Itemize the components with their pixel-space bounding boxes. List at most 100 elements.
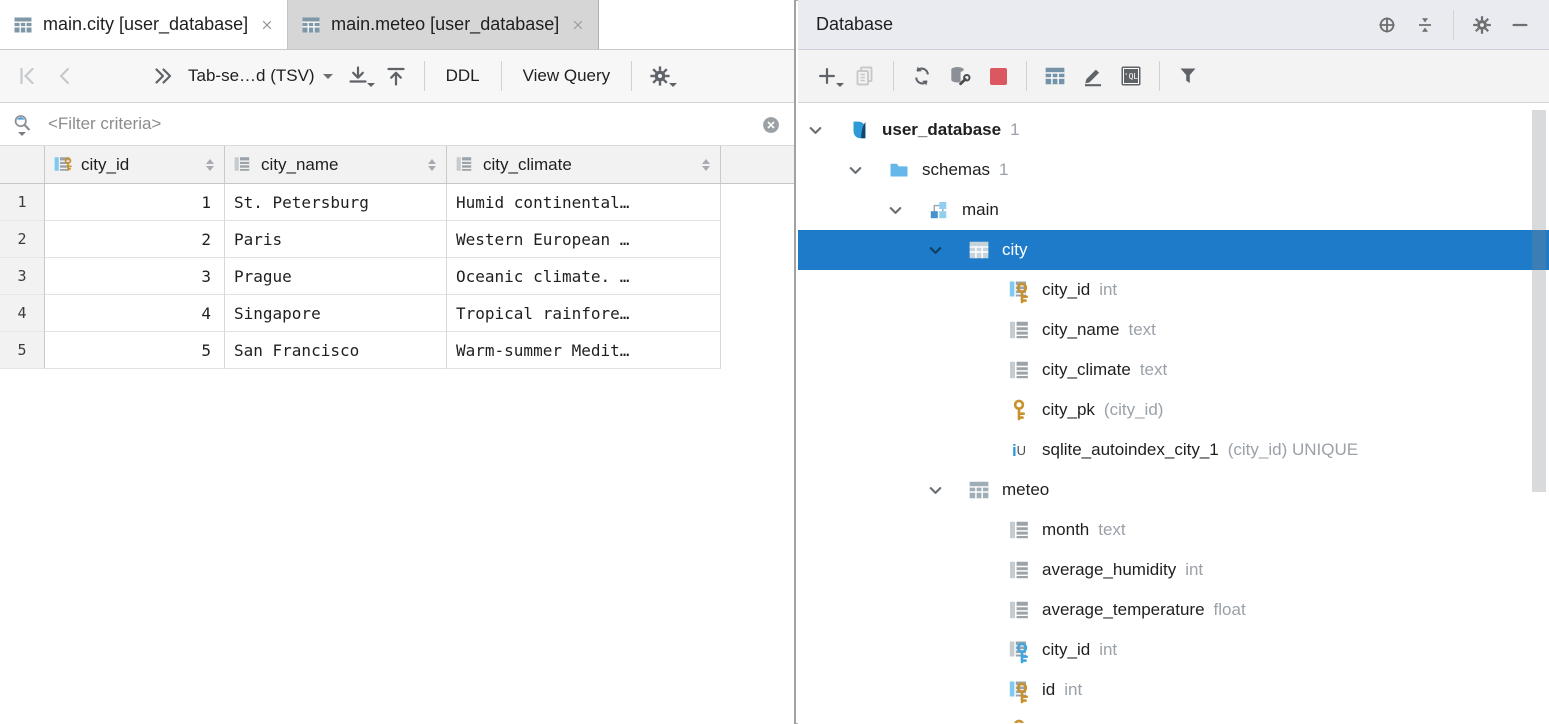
tree-item-type: text (1098, 520, 1125, 540)
tree-item-count: 1 (999, 160, 1008, 180)
chevron-down-icon[interactable] (926, 241, 966, 260)
query-console-button[interactable] (1112, 57, 1150, 95)
cell-city-climate[interactable]: Humid continental… (447, 184, 721, 221)
locate-object-button[interactable] (1368, 6, 1406, 44)
separator (501, 61, 502, 91)
search-history-button[interactable] (12, 109, 42, 139)
import-data-button[interactable] (377, 57, 415, 95)
cell-city-climate[interactable]: Warm-summer Medit… (447, 332, 721, 369)
filter-input[interactable] (48, 114, 782, 134)
duplicate-button[interactable] (846, 57, 884, 95)
column-icon (1006, 317, 1032, 343)
column-header-city-id[interactable]: city_id (45, 146, 225, 183)
separator (424, 61, 425, 91)
tab-label: main.city [user_database] (43, 14, 248, 35)
row-number[interactable]: 5 (0, 332, 45, 369)
cell-city-name[interactable]: San Francisco (225, 332, 447, 369)
tree-item-city[interactable]: city (798, 230, 1549, 270)
primary-key-icon (1006, 397, 1032, 423)
sort-toggle[interactable] (206, 155, 216, 175)
cell-city-id[interactable]: 3 (45, 258, 225, 295)
view-query-button[interactable]: View Query (511, 57, 623, 95)
cell-city-climate[interactable]: Tropical rainfore… (447, 295, 721, 332)
sort-toggle[interactable] (428, 155, 438, 175)
cell-city-name[interactable]: Prague (225, 258, 447, 295)
tree-item-partial[interactable] (798, 710, 1549, 723)
column-header-city-name[interactable]: city_name (225, 146, 447, 183)
grid-settings-button[interactable] (641, 57, 679, 95)
tree-item-meteo-average-temperature[interactable]: average_temperature float (798, 590, 1549, 630)
tree-item-sqlite-autoindex[interactable]: iU sqlite_autoindex_city_1 (city_id) UNI… (798, 430, 1549, 470)
column-header-city-climate[interactable]: city_climate (447, 146, 721, 183)
grid-toolbar: Tab-se…d (TSV) DDL View Query (0, 50, 794, 103)
database-panel-header: Database (798, 0, 1549, 50)
tab-main-meteo[interactable]: main.meteo [user_database] (288, 0, 599, 49)
datasource-properties-button[interactable] (941, 57, 979, 95)
tree-item-type: text (1140, 360, 1167, 380)
chevron-down-icon[interactable] (846, 161, 886, 180)
database-toolbar (798, 50, 1549, 103)
tree-item-label: average_humidity (1042, 560, 1176, 580)
row-number[interactable]: 1 (0, 184, 45, 221)
close-icon[interactable] (260, 18, 274, 32)
separator (1026, 61, 1027, 91)
collapse-all-button[interactable] (1406, 6, 1444, 44)
export-data-button[interactable] (339, 57, 377, 95)
chevron-down-icon[interactable] (886, 201, 926, 220)
stop-button[interactable] (979, 57, 1017, 95)
cell-city-name[interactable]: Paris (225, 221, 447, 258)
tree-item-meteo-id[interactable]: id int (798, 670, 1549, 710)
tree-scrollbar-thumb[interactable] (1532, 110, 1546, 492)
chevron-down-icon[interactable] (806, 121, 846, 140)
cell-city-name[interactable]: Singapore (225, 295, 447, 332)
separator (1159, 61, 1160, 91)
column-icon (233, 155, 253, 175)
tree-item-count: 1 (1010, 120, 1019, 140)
cell-city-climate[interactable]: Western European … (447, 221, 721, 258)
tree-item-user-database[interactable]: user_database 1 (798, 110, 1549, 150)
tree-item-meteo[interactable]: meteo (798, 470, 1549, 510)
tree-item-city-pk[interactable]: city_pk (city_id) (798, 390, 1549, 430)
tree-item-label: month (1042, 520, 1089, 540)
filter-objects-button[interactable] (1169, 57, 1207, 95)
row-number[interactable]: 3 (0, 258, 45, 295)
tree-item-meteo-average-humidity[interactable]: average_humidity int (798, 550, 1549, 590)
separator (1453, 10, 1454, 40)
tree-item-city-city-name[interactable]: city_name text (798, 310, 1549, 350)
hide-panel-button[interactable] (1501, 6, 1539, 44)
close-icon[interactable] (571, 18, 585, 32)
cell-city-id[interactable]: 2 (45, 221, 225, 258)
database-tool-window: Database (798, 0, 1549, 724)
export-format-dropdown[interactable]: Tab-se…d (TSV) (182, 66, 339, 86)
tab-main-city[interactable]: main.city [user_database] (0, 0, 288, 49)
row-number[interactable]: 4 (0, 295, 45, 332)
panel-settings-button[interactable] (1463, 6, 1501, 44)
refresh-button[interactable] (903, 57, 941, 95)
row-number[interactable]: 2 (0, 221, 45, 258)
add-datasource-button[interactable] (808, 57, 846, 95)
tree-item-city-city-climate[interactable]: city_climate text (798, 350, 1549, 390)
editor-panel: main.city [user_database] main.meteo [us… (0, 0, 796, 724)
tree-item-city-city-id[interactable]: city_id int (798, 270, 1549, 310)
tree-item-main[interactable]: main (798, 190, 1549, 230)
tree-item-meteo-month[interactable]: month text (798, 510, 1549, 550)
ide-window: main.city [user_database] main.meteo [us… (0, 0, 1549, 724)
previous-page-button[interactable] (46, 57, 84, 95)
modify-object-button[interactable] (1074, 57, 1112, 95)
sort-toggle[interactable] (702, 155, 712, 175)
cell-city-climate[interactable]: Oceanic climate. … (447, 258, 721, 295)
cell-city-id[interactable]: 1 (45, 184, 225, 221)
tree-item-schemas[interactable]: schemas 1 (798, 150, 1549, 190)
tree-item-meteo-city-id[interactable]: city_id int (798, 630, 1549, 670)
clear-filter-button[interactable] (760, 114, 782, 136)
next-pages-button[interactable] (144, 57, 182, 95)
cell-city-id[interactable]: 5 (45, 332, 225, 369)
open-table-button[interactable] (1036, 57, 1074, 95)
chevron-down-icon[interactable] (926, 481, 966, 500)
ddl-button[interactable]: DDL (434, 57, 492, 95)
cell-city-id[interactable]: 4 (45, 295, 225, 332)
first-page-button[interactable] (8, 57, 46, 95)
row-number-header[interactable] (0, 146, 45, 183)
tree-item-type: int (1064, 680, 1082, 700)
cell-city-name[interactable]: St. Petersburg (225, 184, 447, 221)
